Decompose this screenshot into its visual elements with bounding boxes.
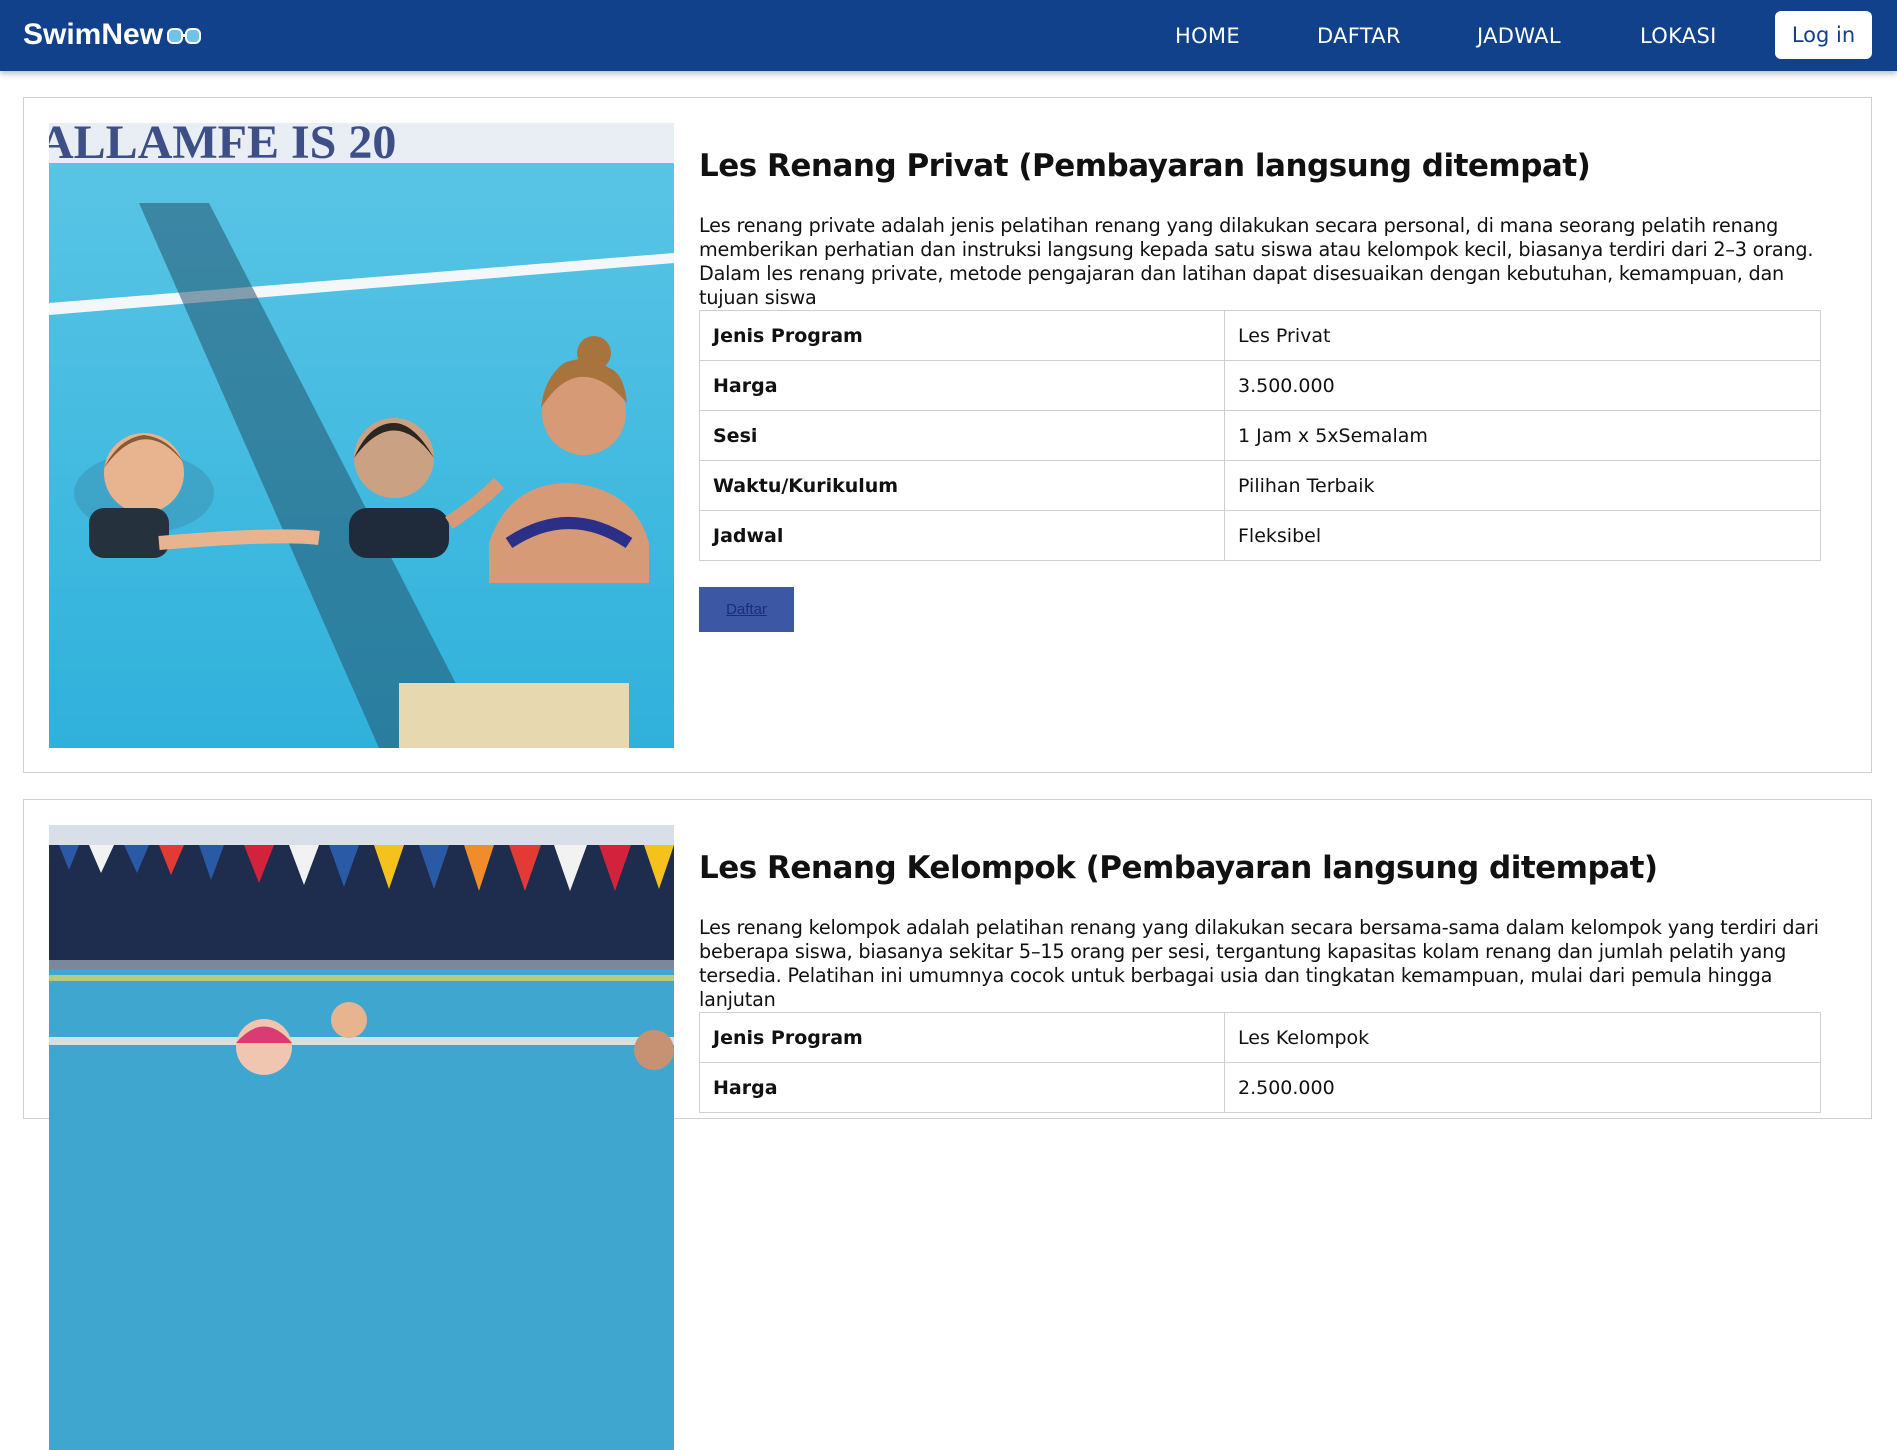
table-row: Waktu/Kurikulum Pilihan Terbaik (699, 460, 1821, 511)
top-navbar: SwimNew HOME DAFTAR JADWAL LOKASI Log in (0, 0, 1897, 71)
row-value: Fleksibel (1224, 510, 1821, 561)
goggles-icon (167, 28, 202, 44)
program-description: Les renang kelompok adalah pelatihan ren… (699, 916, 1819, 1011)
table-row: Jenis Program Les Kelompok (699, 1012, 1821, 1063)
row-value: Pilihan Terbaik (1224, 460, 1821, 511)
program-body-kelompok: Les Renang Kelompok (Pembayaran langsung… (699, 850, 1849, 1113)
nav-lokasi-link[interactable]: LOKASI (1640, 24, 1717, 48)
program-title: Les Renang Privat (Pembayaran langsung d… (699, 148, 1591, 184)
login-button[interactable]: Log in (1775, 11, 1872, 59)
program-card-privat: ALLAMFE IS 20 Les Renang Privat (Pembaya… (23, 97, 1872, 773)
program-title: Les Renang Kelompok (Pembayaran langsung… (699, 850, 1658, 886)
row-value: Les Privat (1224, 310, 1821, 361)
program-info-table: Jenis Program Les Privat Harga 3.500.000… (699, 310, 1821, 561)
program-description: Les renang private adalah jenis pelatiha… (699, 214, 1814, 309)
program-info-table: Jenis Program Les Kelompok Harga 2.500.0… (699, 1012, 1821, 1113)
row-value: 1 Jam x 5xSemalam (1224, 410, 1821, 461)
table-row: Jenis Program Les Privat (699, 310, 1821, 361)
brand-logo[interactable]: SwimNew (23, 18, 202, 52)
row-value: Les Kelompok (1224, 1012, 1821, 1063)
row-value: 3.500.000 (1224, 360, 1821, 411)
table-row: Jadwal Fleksibel (699, 510, 1821, 561)
row-key: Jadwal (699, 510, 1225, 561)
nav-home-link[interactable]: HOME (1175, 24, 1240, 48)
row-key: Waktu/Kurikulum (699, 460, 1225, 511)
nav-daftar-link[interactable]: DAFTAR (1317, 24, 1401, 48)
table-row: Harga 3.500.000 (699, 360, 1821, 411)
program-image-kelompok (49, 825, 674, 1450)
nav-jadwal-link[interactable]: JADWAL (1477, 24, 1561, 48)
table-row: Sesi 1 Jam x 5xSemalam (699, 410, 1821, 461)
daftar-button[interactable]: Daftar (699, 587, 794, 632)
svg-text:ALLAMFE IS 20: ALLAMFE IS 20 (49, 123, 396, 169)
row-key: Jenis Program (699, 310, 1225, 361)
row-key: Sesi (699, 410, 1225, 461)
brand-name: SwimNew (23, 18, 164, 51)
row-key: Jenis Program (699, 1012, 1225, 1063)
program-image-privat: ALLAMFE IS 20 (49, 123, 674, 748)
program-body-privat: Les Renang Privat (Pembayaran langsung d… (699, 148, 1849, 632)
program-card-kelompok: Les Renang Kelompok (Pembayaran langsung… (23, 799, 1872, 1450)
row-key: Harga (699, 360, 1225, 411)
